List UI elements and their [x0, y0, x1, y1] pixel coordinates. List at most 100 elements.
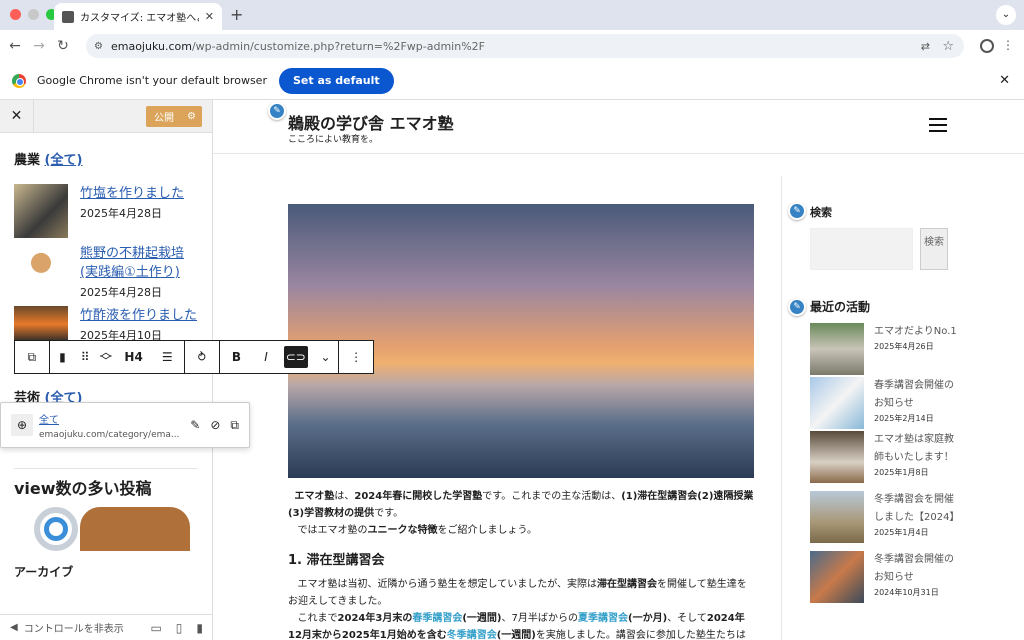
recent-thumbnail[interactable]: [810, 491, 864, 543]
search-input[interactable]: [810, 228, 913, 270]
url-path: /wp-admin/customize.php?return=%2Fwp-adm…: [191, 39, 485, 53]
italic-icon[interactable]: I: [253, 341, 279, 373]
browser-menu-icon[interactable]: ⋮: [1002, 38, 1014, 52]
set-default-button[interactable]: Set as default: [278, 67, 394, 94]
post-thumbnail[interactable]: [14, 244, 68, 298]
profile-icon[interactable]: [980, 39, 994, 53]
close-tab-icon[interactable]: ✕: [205, 10, 214, 23]
publish-button[interactable]: 公開 ⚙: [146, 106, 202, 127]
search-widget-title: 検索: [810, 206, 832, 219]
recent-thumbnail[interactable]: [810, 377, 864, 429]
default-browser-infobar: Google Chrome isn't your default browser…: [0, 62, 1024, 100]
hide-controls-icon[interactable]: ◀: [10, 622, 18, 633]
browser-tab[interactable]: カスタマイズ: エマオ塾へようこ ✕: [54, 3, 222, 30]
site-header: ✎ 鵜殿の学び舎 エマオ塾 こころによい教育を。: [213, 100, 1024, 154]
recent-title: 春季講習会開催のお知らせ: [874, 380, 954, 409]
post-title-link[interactable]: 竹塩を作りました: [80, 186, 184, 201]
close-window-button[interactable]: [10, 9, 21, 20]
tablet-preview-icon[interactable]: ▯: [176, 621, 183, 635]
infobar-close-icon[interactable]: ✕: [999, 73, 1010, 88]
recent-title: エマオ塾は家庭教師もいたします！: [874, 434, 954, 463]
bookmark-block-icon[interactable]: ▮: [50, 341, 76, 373]
list-item: 竹酢液を作りました 2025年4月10日: [14, 306, 198, 343]
forward-icon[interactable]: →: [30, 38, 48, 54]
browser-tab-bar: カスタマイズ: エマオ塾へようこ ✕ + ⌄: [0, 0, 1024, 30]
unlink-transform-icon[interactable]: ⥁: [185, 341, 219, 373]
minimize-window-button[interactable]: [28, 9, 39, 20]
mobile-preview-icon[interactable]: ▮: [196, 621, 203, 635]
new-tab-icon[interactable]: +: [230, 5, 243, 24]
recent-widget-title: 最近の活動: [810, 300, 871, 314]
link-text[interactable]: 全て: [39, 411, 180, 426]
address-bar[interactable]: ⚙ emaojuku.com/wp-admin/customize.php?re…: [86, 34, 964, 58]
reload-icon[interactable]: ↻: [54, 38, 72, 54]
section-heading: 1. 滞在型講習会: [288, 553, 385, 568]
favicon-icon: [62, 10, 74, 23]
recent-date: 2024年10月31日: [874, 588, 939, 597]
desktop-preview-icon[interactable]: ▭: [150, 621, 161, 635]
list-item[interactable]: エマオ塾は家庭教師もいたします！ 2025年1月8日: [810, 431, 960, 483]
list-item[interactable]: エマオだよりNo.1 2025年4月26日: [810, 323, 960, 375]
move-up-down-icon[interactable]: ︿ ﹀: [95, 341, 117, 373]
link-popover: ⊕ 全て emaojuku.com/category/ema... ✎ ⊘ ⧉: [0, 402, 250, 448]
copy-link-icon[interactable]: ⧉: [230, 418, 239, 433]
agriculture-all-link[interactable]: (全て): [45, 153, 83, 168]
recent-date: 2025年1月4日: [874, 528, 929, 537]
publish-settings-gear-icon[interactable]: ⚙: [187, 111, 196, 122]
loading-ring-icon: [34, 507, 78, 551]
section-heading-agriculture: 農業 (全て): [14, 153, 83, 168]
block-options-icon[interactable]: ⋮: [339, 341, 373, 373]
site-title[interactable]: 鵜殿の学び舎 エマオ塾: [288, 110, 454, 134]
url-domain: emaojuku.com: [110, 39, 192, 53]
post-thumbnail[interactable]: [14, 184, 68, 238]
recent-thumbnail[interactable]: [810, 323, 864, 375]
infobar-text: Google Chrome isn't your default browser: [37, 74, 267, 87]
post-title-link[interactable]: 竹酢液を作りました: [80, 308, 197, 323]
hide-controls-label[interactable]: コントロールを非表示: [24, 620, 124, 635]
search-button[interactable]: 検索: [920, 228, 948, 270]
edit-recent-widget-pencil-icon[interactable]: ✎: [788, 298, 806, 316]
remove-link-icon[interactable]: ⊘: [210, 418, 220, 432]
list-item[interactable]: 冬季講習会を開催しました【2024】 2025年1月4日: [810, 491, 960, 543]
customizer-footer: ◀ コントロールを非表示 ▭ ▯ ▮: [0, 614, 212, 640]
intro-paragraph: エマオ塾は、2024年春に開校した学習塾です。これまでの主な活動は、(1)滞在型…: [288, 491, 754, 536]
link-icon[interactable]: ⊂⊃: [283, 346, 308, 368]
post-thumbnail[interactable]: [14, 306, 68, 342]
post-title-link[interactable]: 熊野の不耕起栽培(実践編①土作り): [80, 246, 184, 280]
more-rich-text-chevron-icon[interactable]: ⌄: [313, 341, 339, 373]
popular-post-image[interactable]: [34, 507, 198, 551]
bold-icon[interactable]: B: [220, 341, 254, 373]
link-url: emaojuku.com/category/ema...: [39, 429, 180, 440]
site-info-icon[interactable]: ⚙: [94, 41, 103, 52]
customizer-header: ✕ 公開 ⚙: [0, 100, 212, 133]
transform-block-icon[interactable]: ⧉: [15, 341, 49, 373]
edit-search-widget-pencil-icon[interactable]: ✎: [788, 202, 806, 220]
list-item[interactable]: 春季講習会開催のお知らせ 2025年2月14日: [810, 377, 960, 429]
bookmark-star-icon[interactable]: ☆: [942, 39, 954, 54]
post-date: 2025年4月28日: [80, 207, 162, 220]
close-customizer-icon[interactable]: ✕: [0, 100, 34, 132]
edit-shortcut-pencil-icon[interactable]: ✎: [268, 102, 286, 120]
recent-title: 冬季講習会開催のお知らせ: [874, 554, 954, 583]
recent-date: 2025年1月8日: [874, 468, 929, 477]
chrome-logo-icon: [12, 73, 26, 88]
edit-link-pencil-icon[interactable]: ✎: [190, 418, 200, 432]
align-icon[interactable]: ☰: [150, 341, 184, 373]
drag-handle-icon[interactable]: ⠿: [75, 341, 95, 373]
column-divider: [781, 176, 782, 640]
back-icon[interactable]: ←: [6, 38, 24, 54]
recent-title: 冬季講習会を開催しました【2024】: [874, 494, 960, 523]
main-content: エマオ塾は、2024年春に開校した学習塾です。これまでの主な活動は、(1)滞在型…: [288, 204, 754, 640]
list-item: 熊野の不耕起栽培(実践編①土作り) 2025年4月28日: [14, 244, 198, 300]
popular-posts-title: view数の多い投稿: [14, 479, 152, 498]
tab-search-chevron-icon[interactable]: ⌄: [996, 5, 1016, 25]
recent-thumbnail[interactable]: [810, 551, 864, 603]
recent-thumbnail[interactable]: [810, 431, 864, 483]
recent-title: エマオだよりNo.1: [874, 326, 957, 337]
heading-level-button[interactable]: H4: [117, 341, 151, 373]
list-item[interactable]: 冬季講習会開催のお知らせ 2024年10月31日: [810, 551, 960, 603]
hamburger-menu-icon[interactable]: [929, 118, 947, 132]
translate-icon[interactable]: ⇄: [921, 40, 930, 53]
browser-toolbar: ← → ↻ ⚙ emaojuku.com/wp-admin/customize.…: [0, 30, 1024, 62]
list-item: 竹塩を作りました 2025年4月28日: [14, 184, 198, 238]
